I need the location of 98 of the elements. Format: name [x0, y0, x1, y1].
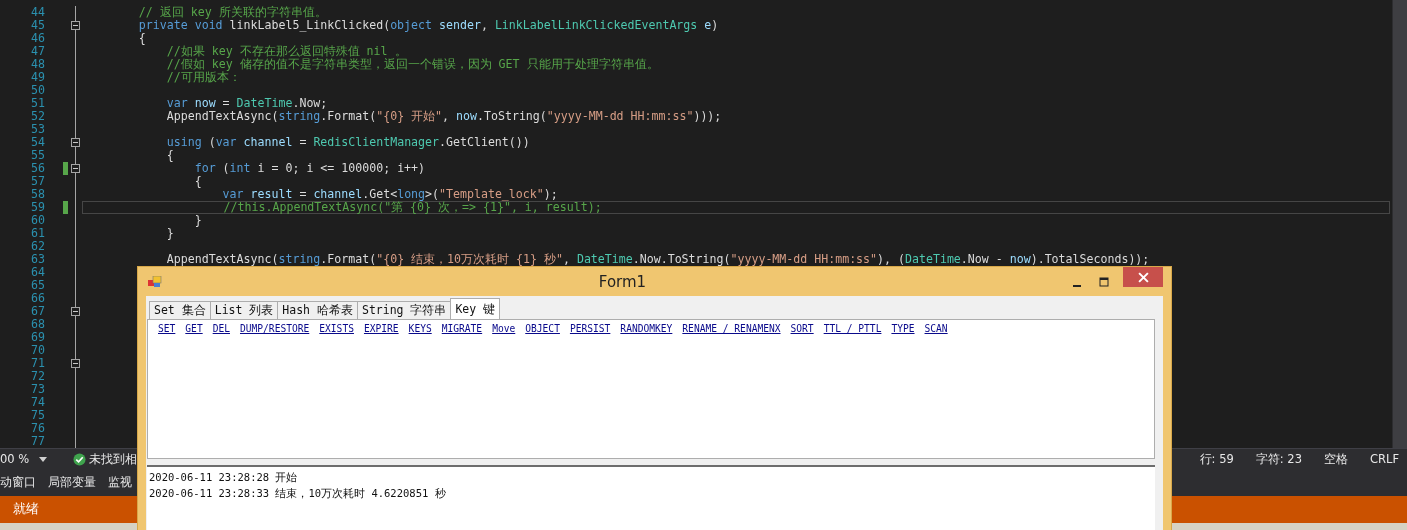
line-number: 46	[30, 32, 45, 45]
command-link[interactable]: MIGRATE	[441, 323, 483, 334]
line-number: 68	[30, 318, 45, 331]
line-number: 59	[30, 201, 45, 214]
line-number: 44	[30, 6, 45, 19]
line-indicator: 行: 59	[1199, 451, 1234, 467]
command-link[interactable]: RENAME / RENAMENX	[682, 323, 781, 334]
line-number: 54	[30, 136, 45, 149]
collapse-icon[interactable]	[70, 164, 80, 173]
command-link[interactable]: OBJECT	[525, 323, 560, 334]
tab[interactable]: List 列表	[209, 301, 279, 319]
line-number: 65	[30, 279, 45, 292]
line-number: 74	[30, 396, 45, 409]
line-number: 72	[30, 370, 45, 383]
command-link[interactable]: EXPIRE	[363, 323, 399, 334]
code-line: var result = channel.Get<long>("Template_lock");	[221, 188, 558, 201]
line-number: 77	[30, 435, 45, 448]
line-number: 71	[30, 357, 45, 370]
window-title: Form1	[597, 272, 648, 291]
tab[interactable]: Set 集合	[149, 301, 211, 319]
code-line: //假如 key 储存的值不是字符串类型，返回一个错误，因为 GET 只能用于处理字符串值。	[165, 58, 659, 71]
line-number: 52	[30, 110, 45, 123]
command-link[interactable]: TYPE	[891, 323, 915, 334]
zoom-level: 00 %	[0, 452, 30, 466]
app-icon	[148, 275, 162, 288]
line-number: 66	[30, 292, 45, 305]
line-number: 64	[30, 266, 45, 279]
line-number: 69	[30, 331, 45, 344]
tab[interactable]: String 字符串	[356, 301, 452, 319]
line-number: 49	[30, 71, 45, 84]
line-number: 48	[30, 58, 45, 71]
command-link[interactable]: DEL	[212, 323, 230, 334]
line-number: 45	[30, 19, 45, 32]
line-number: 76	[30, 422, 45, 435]
code-line: {	[193, 175, 202, 188]
code-line: {	[137, 32, 146, 45]
line-number: 50	[30, 84, 45, 97]
status-text: 就绪	[13, 501, 39, 518]
code-line: var now = DateTime.Now;	[165, 97, 328, 110]
code-line: AppendTextAsync(string.Format("{0} 开始", now.ToString("yyyy-MM-dd HH:mm:ss")));	[165, 110, 722, 123]
maximize-icon	[1098, 276, 1109, 287]
line-number: 56	[30, 162, 45, 175]
command-link[interactable]: SET	[158, 323, 176, 334]
line-number: 47	[30, 45, 45, 58]
code-line: }	[193, 214, 202, 227]
code-line: using (var channel = RedisClientManager.GetClient())	[165, 136, 530, 149]
check-icon	[73, 452, 87, 466]
code-line: //可用版本：	[165, 71, 241, 84]
column-indicator: 字符: 23	[1255, 451, 1302, 467]
line-number: 61	[30, 227, 45, 240]
collapse-icon[interactable]	[70, 21, 80, 30]
command-link[interactable]: RANDOMKEY	[620, 323, 673, 334]
tab[interactable]: Key 键	[450, 298, 501, 319]
log-line: 2020-06-11 23:28:28 开始	[149, 470, 299, 485]
tool-window-tab[interactable]: 动窗口	[0, 474, 36, 491]
indent-indicator: 空格	[1323, 451, 1348, 467]
code-line: private void linkLabel5_LinkClicked(object sender, LinkLabelLinkClickedEventArgs e)	[137, 19, 719, 32]
line-number: 70	[30, 344, 45, 357]
code-line: // 返回 key 所关联的字符串值。	[137, 6, 327, 19]
log-line: 2020-06-11 23:28:33 结束，10万次耗时 4.6220851 秒	[149, 486, 447, 501]
collapse-icon[interactable]	[70, 138, 80, 147]
line-number: 58	[30, 188, 45, 201]
collapse-icon[interactable]	[70, 307, 80, 316]
line-number: 51	[30, 97, 45, 110]
line-number: 55	[30, 149, 45, 162]
tool-window-tab[interactable]: 监视	[108, 474, 132, 491]
tool-window-tab[interactable]: 局部变量	[48, 474, 96, 491]
collapse-icon[interactable]	[70, 359, 80, 368]
status-message: 未找到相	[89, 451, 138, 467]
tab[interactable]: Hash 哈希表	[277, 301, 358, 319]
command-link[interactable]: TTL / PTTL	[823, 323, 882, 334]
line-number: 60	[30, 214, 45, 227]
command-link[interactable]: SORT	[790, 323, 814, 334]
code-line: }	[165, 227, 174, 240]
line-number: 73	[30, 383, 45, 396]
caret-icon[interactable]	[39, 456, 48, 462]
minimize-icon	[1072, 284, 1081, 287]
code-line: for (int i = 0; i <= 100000; i++)	[193, 162, 426, 175]
line-number: 67	[30, 305, 45, 318]
command-link[interactable]: DUMP/RESTORE	[240, 323, 310, 334]
line-number: 75	[30, 409, 45, 422]
code-line: AppendTextAsync(string.Format("{0} 结束，10万次耗时 {1} 秒", DateTime.Now.ToString("yyyy-MM-dd HH:mm:ss"), (DateTime.Now - now).TotalSeconds));	[165, 253, 1150, 266]
command-link[interactable]: KEYS	[408, 323, 432, 334]
close-icon	[1137, 271, 1149, 283]
line-number: 63	[30, 253, 45, 266]
scrollbar[interactable]	[1392, 0, 1407, 448]
line-number: 62	[30, 240, 45, 253]
code-line: //如果 key 不存在那么返回特殊值 nil 。	[165, 45, 407, 58]
command-link[interactable]: Move	[492, 323, 516, 334]
line-number: 53	[30, 123, 45, 136]
line-ending-indicator: CRLF	[1369, 452, 1399, 466]
command-link[interactable]: GET	[185, 323, 203, 334]
close-button[interactable]	[1123, 267, 1163, 287]
code-line: {	[165, 149, 174, 162]
command-link[interactable]: SCAN	[924, 323, 948, 334]
command-link[interactable]: PERSIST	[569, 323, 611, 334]
line-number: 57	[30, 175, 45, 188]
command-link[interactable]: EXISTS	[319, 323, 354, 334]
